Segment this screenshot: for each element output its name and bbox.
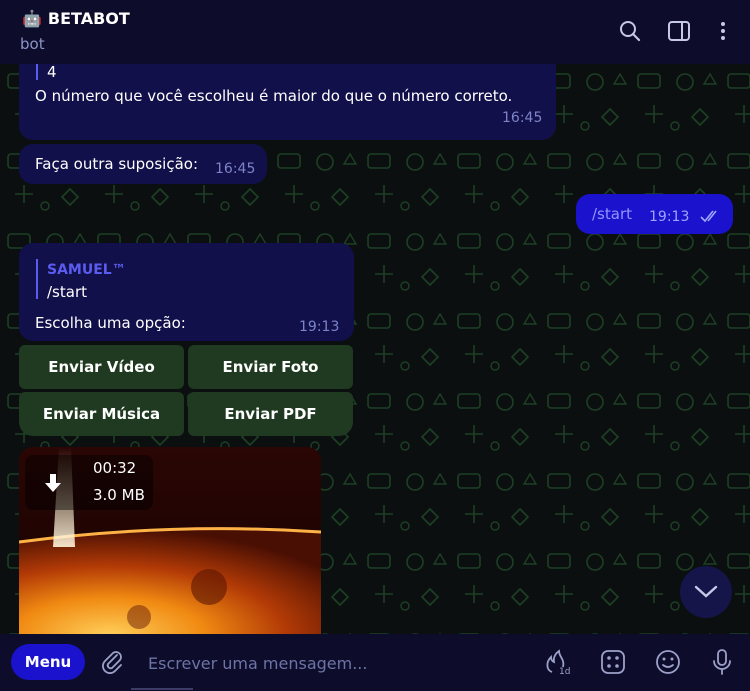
message-input[interactable] <box>148 650 388 676</box>
message-text: O número que você escolheu é maior do qu… <box>35 87 513 105</box>
message-bubble-incoming[interactable]: 4 O número que você escolheu é maior do … <box>19 64 556 140</box>
svg-text:1d: 1d <box>559 667 570 676</box>
message-time: 19:13 <box>299 319 340 335</box>
search-icon[interactable] <box>617 18 643 44</box>
keyboard-button-send-photo[interactable]: Enviar Foto <box>188 345 353 389</box>
message-bubble-incoming[interactable]: Faça outra suposição: 16:45 <box>19 144 267 184</box>
chat-title-text: BETABOT <box>47 9 130 28</box>
bot-menu-button[interactable]: Menu <box>11 644 85 680</box>
message-time: 16:45 <box>502 110 543 126</box>
emoji-icon[interactable] <box>654 648 682 676</box>
reply-quote-bar <box>36 64 38 80</box>
reply-quote-text: 4 <box>47 64 57 81</box>
reply-quote-author: SAMUEL™ <box>47 262 126 278</box>
message-composer: Menu 1d <box>0 634 750 691</box>
input-underline <box>131 688 193 690</box>
attach-icon[interactable] <box>99 648 127 676</box>
sidebar-toggle-icon[interactable] <box>666 18 692 44</box>
keyboard-button-send-video[interactable]: Enviar Vídeo <box>19 345 184 389</box>
chevron-down-icon <box>694 585 718 598</box>
chat-header: 🤖 BETABOT bot <box>0 0 750 64</box>
self-destruct-timer-icon[interactable]: 1d <box>542 648 570 676</box>
chat-subtitle: bot <box>20 35 45 53</box>
message-bubble-outgoing[interactable]: /start 19:13 <box>576 194 733 234</box>
chat-title[interactable]: 🤖 BETABOT <box>22 9 130 28</box>
download-icon[interactable] <box>43 473 63 495</box>
message-time: 19:13 <box>649 209 690 225</box>
double-check-icon <box>700 210 717 223</box>
message-text: /start <box>592 205 632 223</box>
video-info-overlay: 00:32 3.0 MB <box>25 455 153 510</box>
message-time: 16:45 <box>215 161 256 177</box>
chat-area[interactable]: 4 O número que você escolheu é maior do … <box>0 64 750 634</box>
keyboard-button-send-pdf[interactable]: Enviar PDF <box>188 392 353 436</box>
more-vertical-icon[interactable] <box>710 18 736 44</box>
microphone-icon[interactable] <box>708 648 736 676</box>
scroll-to-bottom-button[interactable] <box>680 566 732 618</box>
keyboard-button-send-music[interactable]: Enviar Música <box>19 392 184 436</box>
video-size: 3.0 MB <box>93 486 145 504</box>
robot-icon: 🤖 <box>22 9 42 28</box>
reply-quote-text: /start <box>47 283 87 301</box>
video-duration: 00:32 <box>93 459 137 477</box>
message-text: Faça outra suposição: <box>35 155 199 173</box>
message-text: Escolha uma opção: <box>35 314 186 332</box>
reply-quote-bar <box>36 259 38 299</box>
commands-icon[interactable] <box>599 648 627 676</box>
message-bubble-incoming[interactable]: SAMUEL™ /start Escolha uma opção: 19:13 <box>19 243 354 341</box>
video-message[interactable]: 00:32 3.0 MB <box>19 447 321 634</box>
